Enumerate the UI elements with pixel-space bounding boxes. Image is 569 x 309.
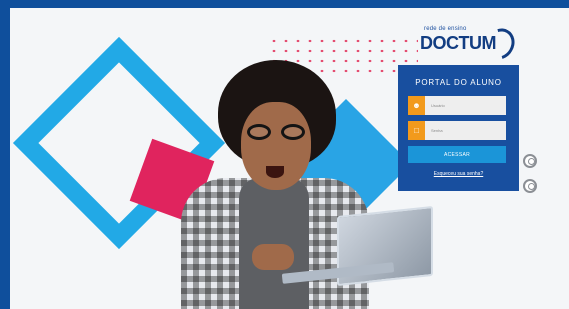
password-field[interactable]: □ Senha <box>408 121 506 140</box>
student-mouth <box>266 166 284 178</box>
headset-icon[interactable] <box>523 179 537 193</box>
doctum-logo[interactable]: rede de ensino DOCTUM <box>420 23 521 65</box>
login-button[interactable]: ACESSAR <box>408 146 506 163</box>
password-placeholder[interactable]: Senha <box>425 128 506 133</box>
student-hand <box>252 244 294 270</box>
username-placeholder[interactable]: Usuário <box>425 103 506 108</box>
username-field[interactable]: ☻ Usuário <box>408 96 506 115</box>
login-panel: PORTAL DO ALUNO ☻ Usuário □ Senha ACESSA… <box>398 65 519 191</box>
student-glasses <box>247 124 305 140</box>
lock-icon: □ <box>408 121 425 140</box>
forgot-password-link[interactable]: Esqueceu sua senha? <box>398 171 519 177</box>
user-icon: ☻ <box>408 96 425 115</box>
logo-tagline: rede de ensino <box>424 26 467 32</box>
login-title: PORTAL DO ALUNO <box>415 78 502 87</box>
headset-icon[interactable] <box>523 154 537 168</box>
page-frame: rede de ensino DOCTUM PORTAL DO ALUNO ☻ … <box>0 0 569 309</box>
